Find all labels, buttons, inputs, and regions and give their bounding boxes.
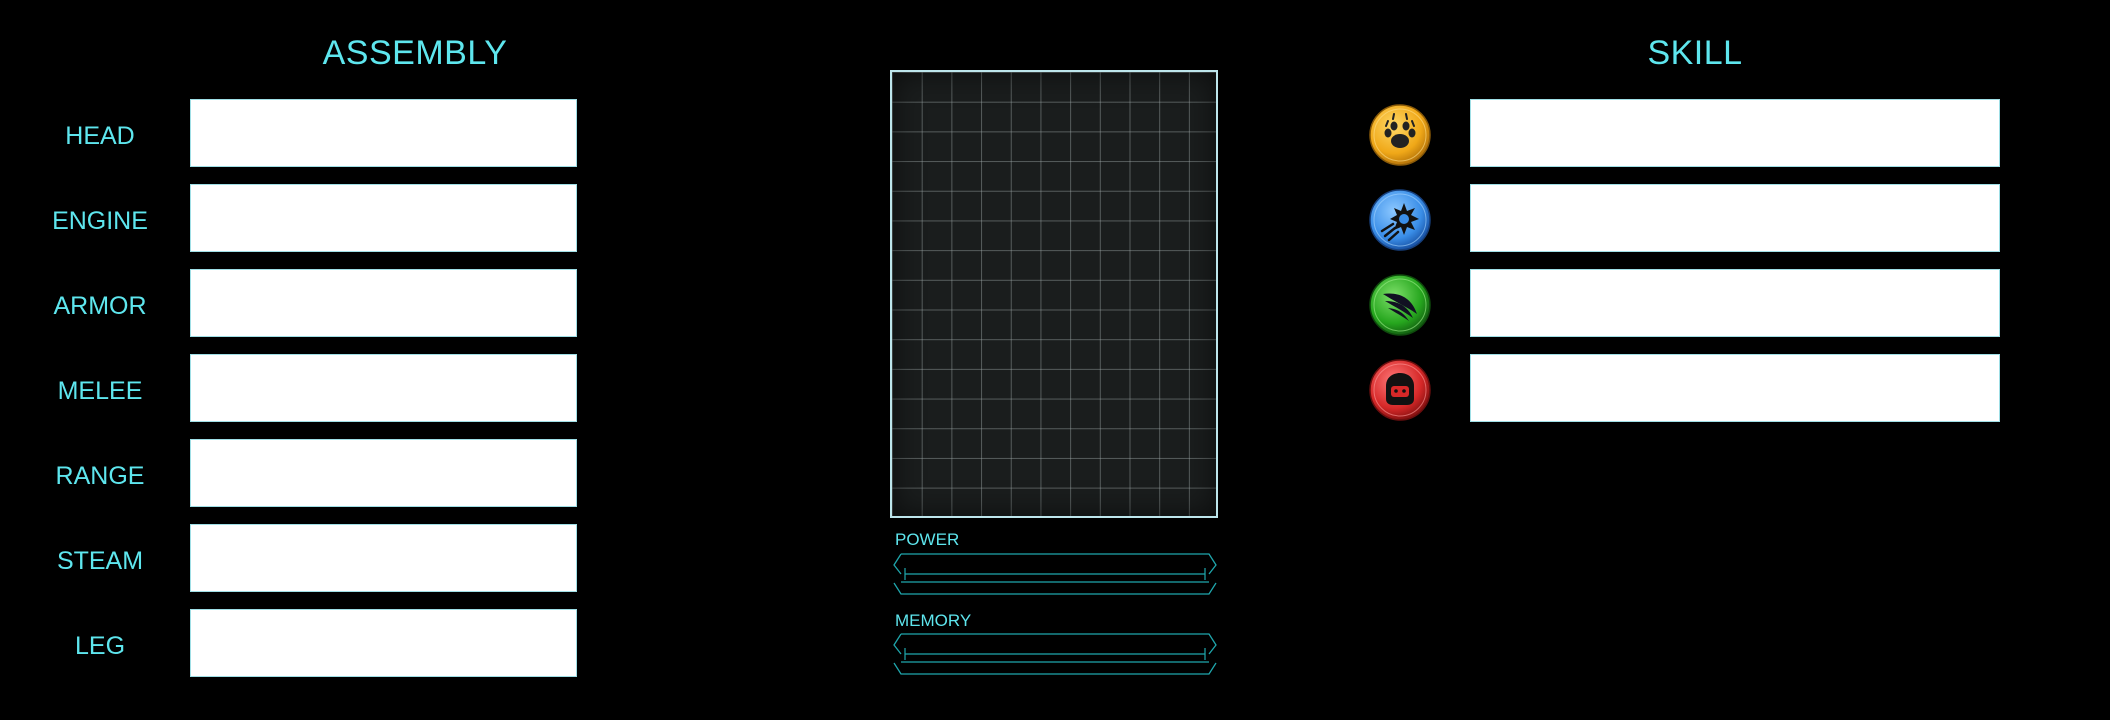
slot-label-leg: LEG — [74, 632, 126, 660]
assembly-title: ASSEMBLY — [322, 34, 508, 72]
memory-label: MEMORY — [895, 611, 972, 630]
memory-meter — [893, 633, 1217, 675]
skill-box-2[interactable] — [1470, 184, 2000, 252]
paw-icon[interactable] — [1369, 104, 1431, 166]
slot-box-melee[interactable] — [190, 354, 577, 422]
skill-box-3[interactable] — [1470, 269, 2000, 337]
slot-box-head[interactable] — [190, 99, 577, 167]
power-meter — [893, 553, 1217, 595]
assembly-screen: ASSEMBLY HEAD ENGINE ARMOR MELEE RANGE S… — [0, 0, 2110, 720]
skill-box-4[interactable] — [1470, 354, 2000, 422]
wing-icon[interactable] — [1369, 274, 1431, 336]
slot-box-steam[interactable] — [190, 524, 577, 592]
slot-label-melee: MELEE — [57, 377, 143, 405]
power-label: POWER — [895, 530, 960, 549]
slot-box-range[interactable] — [190, 439, 577, 507]
skill-box-1[interactable] — [1470, 99, 2000, 167]
slot-label-steam: STEAM — [56, 547, 144, 575]
slot-box-leg[interactable] — [190, 609, 577, 677]
slot-label-armor: ARMOR — [53, 292, 147, 320]
slot-box-engine[interactable] — [190, 184, 577, 252]
slot-box-armor[interactable] — [190, 269, 577, 337]
slot-label-engine: ENGINE — [52, 207, 148, 235]
skill-title: SKILL — [1647, 34, 1743, 72]
slot-label-range: RANGE — [55, 462, 145, 490]
parts-grid[interactable] — [890, 70, 1218, 518]
slot-label-head: HEAD — [65, 122, 135, 150]
helmet-icon[interactable] — [1369, 359, 1431, 421]
comet-icon[interactable] — [1369, 189, 1431, 251]
